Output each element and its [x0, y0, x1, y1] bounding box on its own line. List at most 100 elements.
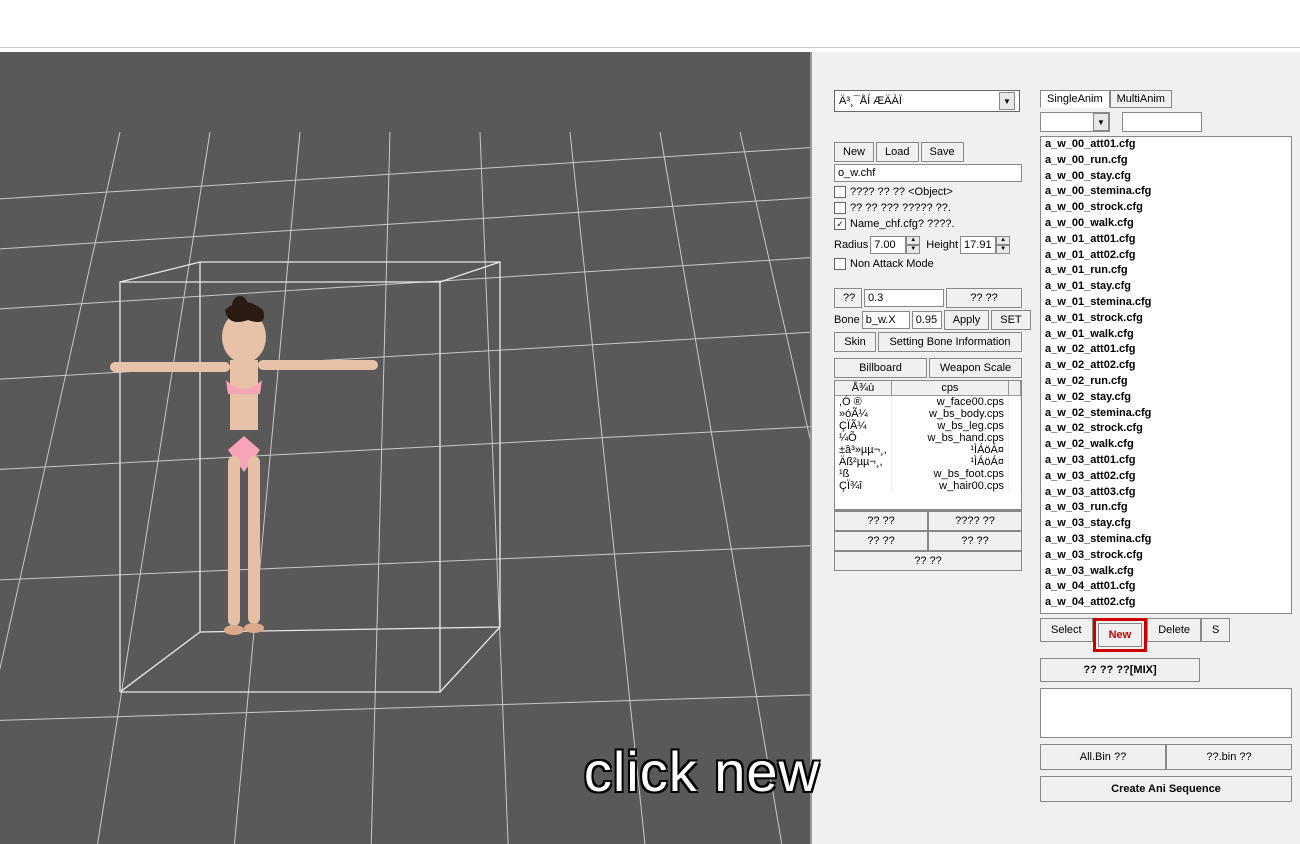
billboard-button[interactable]: Billboard	[834, 358, 927, 378]
all-bin-button[interactable]: All.Bin ??	[1040, 744, 1166, 770]
grid-btn-e[interactable]: ?? ??	[834, 551, 1022, 571]
q-input[interactable]	[864, 289, 944, 307]
object-checkbox-label: ???? ?? ?? <Object>	[850, 186, 953, 198]
cps-col2-header[interactable]: cps	[891, 381, 1008, 396]
list-item[interactable]: a_w_01_strock.cfg	[1041, 311, 1291, 327]
grid-btn-b[interactable]: ???? ??	[928, 511, 1022, 531]
tab-single-anim[interactable]: SingleAnim	[1040, 90, 1110, 108]
q-button-right[interactable]: ?? ??	[946, 288, 1022, 308]
list-item[interactable]: a_w_02_stemina.cfg	[1041, 406, 1291, 422]
list-item[interactable]: a_w_00_stay.cfg	[1041, 169, 1291, 185]
list-item[interactable]: a_w_01_stemina.cfg	[1041, 295, 1291, 311]
list-item[interactable]: a_w_01_run.cfg	[1041, 263, 1291, 279]
mix-button[interactable]: ?? ?? ??[MIX]	[1040, 658, 1200, 682]
height-input[interactable]	[960, 236, 996, 254]
list-item[interactable]: a_w_02_strock.cfg	[1041, 421, 1291, 437]
table-row[interactable]: Äß²µµ¬¸,¹ÌÁöÁ¤	[835, 456, 1021, 468]
anim-filter-dropdown[interactable]: ▼	[1040, 112, 1110, 132]
list-item[interactable]: a_w_00_att01.cfg	[1041, 137, 1291, 153]
list-item[interactable]: a_w_03_stay.cfg	[1041, 516, 1291, 532]
chevron-down-icon[interactable]: ▼	[999, 92, 1015, 110]
list-item[interactable]: a_w_00_strock.cfg	[1041, 200, 1291, 216]
3d-viewport[interactable]	[0, 52, 810, 844]
tab-multi-anim[interactable]: MultiAnim	[1110, 90, 1172, 108]
anim-text-input[interactable]	[1122, 112, 1202, 132]
grid-btn-d[interactable]: ?? ??	[928, 531, 1022, 551]
list-item[interactable]: a_w_03_stemina.cfg	[1041, 532, 1291, 548]
list-item[interactable]: a_w_03_run.cfg	[1041, 500, 1291, 516]
q-button-left[interactable]: ??	[834, 288, 862, 308]
radius-input[interactable]	[870, 236, 906, 254]
table-row[interactable]: ÇÏÃ¼w_bs_leg.cps	[835, 420, 1021, 432]
grid-btn-a[interactable]: ?? ??	[834, 511, 928, 531]
list-item[interactable]: a_w_02_run.cfg	[1041, 374, 1291, 390]
height-spinner[interactable]: ▲▼	[996, 236, 1010, 254]
list-item[interactable]: a_w_02_att02.cfg	[1041, 358, 1291, 374]
list-item[interactable]: a_w_00_walk.cfg	[1041, 216, 1291, 232]
name-chf-checkbox[interactable]	[834, 218, 846, 230]
object-checkbox[interactable]	[834, 186, 846, 198]
non-attack-checkbox[interactable]	[834, 258, 846, 270]
viewport-scene	[0, 52, 810, 844]
q2-checkbox-label: ?? ?? ??? ????? ??.	[850, 202, 951, 214]
table-row[interactable]: »óÃ¼w_bs_body.cps	[835, 408, 1021, 420]
save-button[interactable]: Save	[921, 142, 964, 162]
list-item[interactable]: a_w_01_att01.cfg	[1041, 232, 1291, 248]
button-grid: ?? ?? ???? ?? ?? ?? ?? ?? ?? ??	[834, 510, 1022, 571]
table-row[interactable]: ÇÏ¾îw_hair00.cps	[835, 480, 1021, 492]
list-item[interactable]: a_w_04_att01.cfg	[1041, 579, 1291, 595]
anim-listbox[interactable]: a_w_00_att01.cfga_w_00_run.cfga_w_00_sta…	[1040, 136, 1292, 614]
list-item[interactable]: a_w_01_walk.cfg	[1041, 327, 1291, 343]
table-row[interactable]: ¼Õw_bs_hand.cps	[835, 432, 1021, 444]
menubar	[0, 0, 1300, 48]
list-item[interactable]: a_w_01_att02.cfg	[1041, 248, 1291, 264]
name-chf-checkbox-label: Name_chf.cfg? ????.	[850, 218, 955, 230]
list-item[interactable]: a_w_00_run.cfg	[1041, 153, 1291, 169]
grid-btn-c[interactable]: ?? ??	[834, 531, 928, 551]
apply-button[interactable]: Apply	[944, 310, 990, 330]
side-panel: Ä³¸¯ÅÍ ÆÄÀÏ ▼ New Load Save ???? ?? ?? <…	[810, 52, 1300, 844]
cps-table[interactable]: Å¾ù cps ,Ó ®w_face00.cps»óÃ¼w_bs_body.cp…	[834, 380, 1022, 510]
filename-input[interactable]	[834, 164, 1022, 182]
radius-spinner[interactable]: ▲▼	[906, 236, 920, 254]
setting-bone-button[interactable]: Setting Bone Information	[878, 332, 1022, 352]
list-item[interactable]: a_w_02_stay.cfg	[1041, 390, 1291, 406]
radius-label: Radius	[834, 239, 868, 251]
cps-col1-header[interactable]: Å¾ù	[835, 381, 891, 396]
bone-file-input[interactable]	[862, 311, 910, 329]
cps-col3-header	[1009, 381, 1021, 396]
load-button[interactable]: Load	[876, 142, 918, 162]
chevron-down-icon: ▼	[1093, 113, 1109, 131]
set-button[interactable]: SET	[991, 310, 1030, 330]
table-row[interactable]: ,Ó ®w_face00.cps	[835, 396, 1021, 409]
list-item[interactable]: a_w_03_walk.cfg	[1041, 564, 1291, 580]
select-button[interactable]: Select	[1040, 618, 1093, 642]
dropdown-value: Ä³¸¯ÅÍ ÆÄÀÏ	[839, 95, 902, 107]
list-item[interactable]: a_w_03_strock.cfg	[1041, 548, 1291, 564]
anim-new-button[interactable]: New	[1098, 623, 1143, 647]
bone-label: Bone	[834, 314, 860, 326]
table-row[interactable]: ±â³»µµ¬¸,¹ÌÁöÁ¤	[835, 444, 1021, 456]
list-item[interactable]: a_w_04_att02.cfg	[1041, 595, 1291, 611]
skin-button[interactable]: Skin	[834, 332, 876, 352]
bin-q-button[interactable]: ??.bin ??	[1166, 744, 1292, 770]
height-label: Height	[926, 239, 958, 251]
list-item[interactable]: a_w_02_walk.cfg	[1041, 437, 1291, 453]
list-item[interactable]: a_w_01_stay.cfg	[1041, 279, 1291, 295]
q2-checkbox[interactable]	[834, 202, 846, 214]
new-highlight: New	[1093, 618, 1148, 652]
list-item[interactable]: a_w_00_stemina.cfg	[1041, 184, 1291, 200]
list-item[interactable]: a_w_03_att01.cfg	[1041, 453, 1291, 469]
character-dropdown[interactable]: Ä³¸¯ÅÍ ÆÄÀÏ ▼	[834, 90, 1020, 112]
list-item[interactable]: a_w_02_att01.cfg	[1041, 342, 1291, 358]
mix-list[interactable]	[1040, 688, 1292, 738]
list-item[interactable]: a_w_03_att03.cfg	[1041, 485, 1291, 501]
create-ani-sequence-button[interactable]: Create Ani Sequence	[1040, 776, 1292, 802]
anim-s-button[interactable]: S	[1201, 618, 1230, 642]
weapon-scale-button[interactable]: Weapon Scale	[929, 358, 1022, 378]
bone-val-input[interactable]	[912, 311, 942, 329]
list-item[interactable]: a_w_03_att02.cfg	[1041, 469, 1291, 485]
anim-delete-button[interactable]: Delete	[1147, 618, 1201, 642]
new-button[interactable]: New	[834, 142, 874, 162]
table-row[interactable]: ¹ßw_bs_foot.cps	[835, 468, 1021, 480]
